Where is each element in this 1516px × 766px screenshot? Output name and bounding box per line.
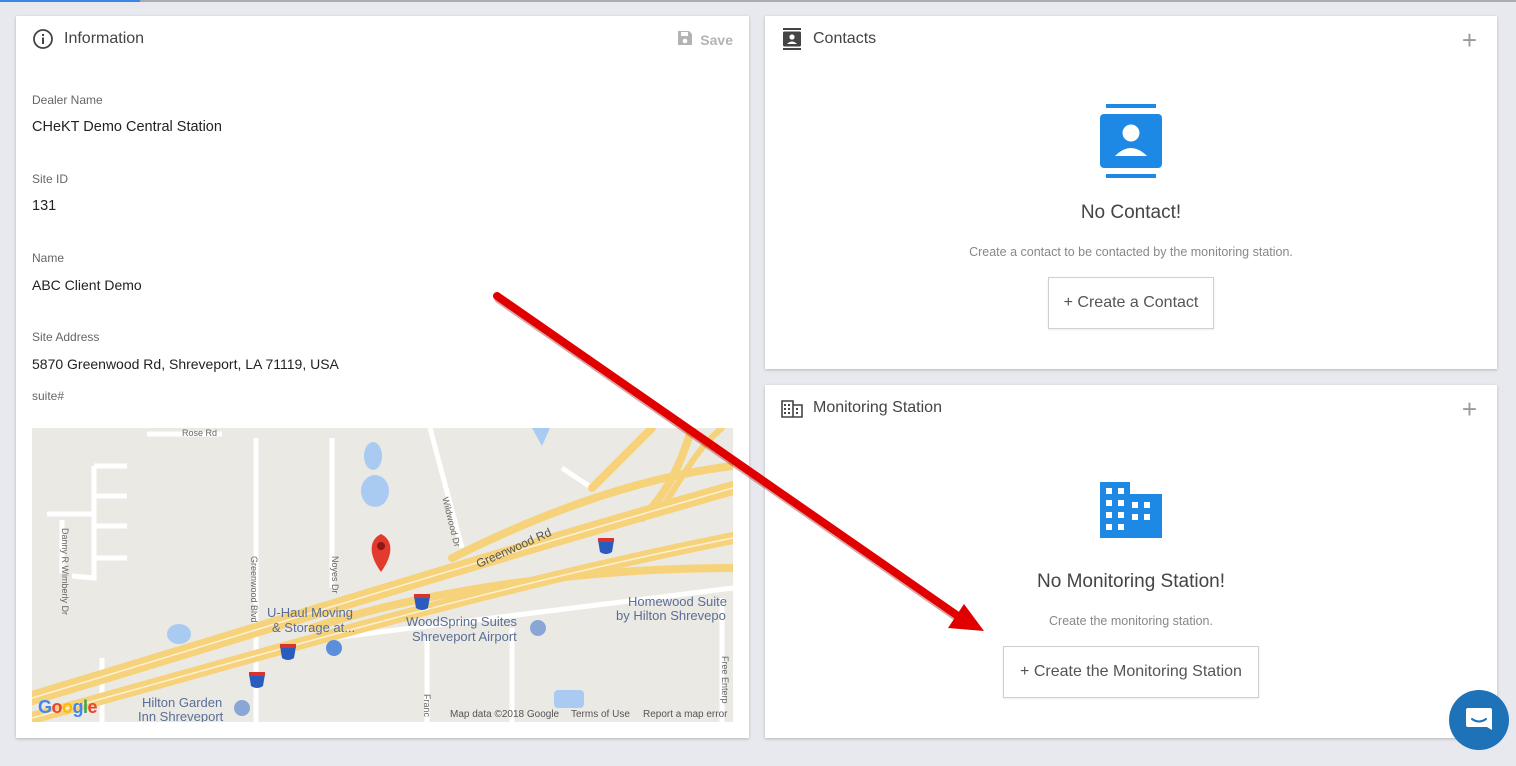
building-icon	[781, 397, 803, 419]
contacts-title: Contacts	[813, 30, 877, 47]
information-card: Information Save Dealer Name CHeKT Demo …	[16, 16, 749, 738]
map-poi-woodspring-1: WoodSpring Suites	[406, 614, 518, 629]
contact-card-icon	[1100, 104, 1162, 183]
map-poi-homewood-1: Homewood Suite	[628, 594, 727, 609]
save-button[interactable]: Save	[676, 29, 733, 50]
create-monitoring-station-button[interactable]: + Create the Monitoring Station	[1003, 646, 1259, 698]
map-data-credit: Map data ©2018 Google	[450, 709, 560, 720]
monitoring-header: Monitoring Station	[781, 385, 1481, 431]
site-id-value: 131	[32, 198, 57, 214]
dealer-name-label: Dealer Name	[32, 93, 103, 107]
map-poi-homewood-2: by Hilton Shrevepo	[616, 608, 726, 623]
site-id-label: Site ID	[32, 172, 69, 186]
monitoring-building-icon	[1100, 482, 1162, 543]
map-report-error-link[interactable]: Report a map error	[643, 709, 727, 720]
information-title: Information	[64, 30, 145, 47]
monitoring-station-card: Monitoring Station + No Monitoring Stati…	[765, 385, 1497, 738]
site-map[interactable]: Rose Rd Danny R Wimberly Dr Greenwood Bl…	[32, 428, 733, 722]
monitoring-title: Monitoring Station	[813, 399, 942, 416]
no-monitoring-subtitle: Create the monitoring station.	[1049, 614, 1213, 628]
map-label-francis: Franc	[422, 694, 432, 718]
create-contact-button[interactable]: + Create a Contact	[1048, 277, 1214, 329]
location-pin-icon	[371, 534, 391, 572]
contacts-card: Contacts + No Contact! Create a contact …	[765, 16, 1497, 369]
contact-book-icon	[781, 28, 803, 50]
map-roads	[32, 428, 733, 722]
map-label-noyes: Noyes Dr	[330, 556, 340, 594]
no-contact-subtitle: Create a contact to be contacted by the …	[969, 245, 1293, 259]
chat-bubble-icon	[1464, 705, 1494, 740]
dealer-name-value: CHeKT Demo Central Station	[32, 119, 222, 135]
add-monitoring-plus-button[interactable]: +	[1462, 396, 1477, 422]
google-logo: Google	[38, 697, 98, 717]
map-label-danny: Danny R Wimberly Dr	[60, 528, 70, 616]
map-label-free-enterprise: Free Enterp	[720, 656, 730, 704]
no-contact-title: No Contact!	[1080, 202, 1182, 223]
top-border	[0, 0, 1516, 2]
information-header: Information	[32, 16, 733, 62]
name-label: Name	[32, 251, 65, 265]
loading-bar	[0, 0, 140, 2]
map-label-greenwood-blvd: Greenwood Blvd	[249, 556, 259, 623]
name-value: ABC Client Demo	[32, 277, 142, 293]
map-terms-link[interactable]: Terms of Use	[571, 709, 630, 720]
map-poi-uhaul-2: & Storage at...	[272, 620, 356, 635]
map-label-rose-rd: Rose Rd	[182, 428, 218, 438]
contacts-header: Contacts	[781, 16, 1481, 62]
add-contact-plus-button[interactable]: +	[1462, 27, 1477, 53]
map-poi-uhaul-1: U-Haul Moving	[267, 605, 353, 620]
map-poi-woodspring-2: Shreveport Airport	[412, 629, 517, 644]
site-address-value: 5870 Greenwood Rd, Shreveport, LA 71119,…	[32, 356, 339, 372]
chat-widget-button[interactable]	[1449, 690, 1509, 750]
map-poi-hilton-2: Inn Shreveport	[138, 709, 224, 722]
save-label: Save	[700, 31, 733, 48]
map-poi-hilton-1: Hilton Garden	[142, 695, 223, 710]
suite-label: suite#	[32, 389, 65, 403]
no-monitoring-title: No Monitoring Station!	[1037, 571, 1225, 592]
info-circle-icon	[32, 28, 54, 50]
floppy-disk-icon	[676, 29, 694, 50]
site-address-label: Site Address	[32, 330, 100, 344]
